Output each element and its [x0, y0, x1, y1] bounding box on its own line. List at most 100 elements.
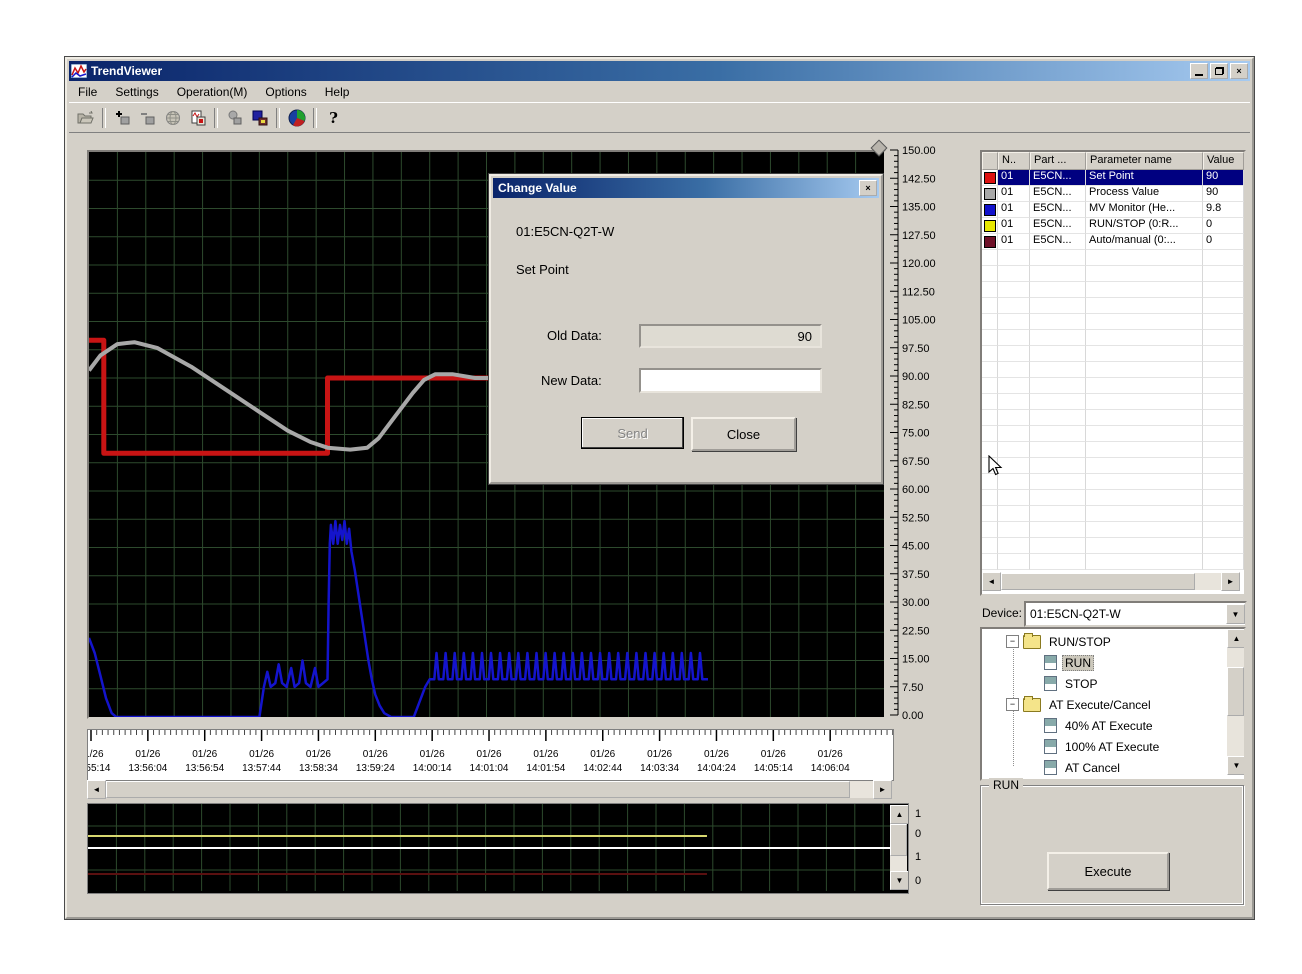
menu-operation[interactable]: Operation(M) — [168, 83, 257, 101]
table-empty-cell — [998, 298, 1030, 314]
scroll-up-icon[interactable]: ▲ — [890, 805, 909, 824]
table-row[interactable]: 01E5CN...Process Value90 — [982, 186, 1244, 202]
scrollbar-thumb[interactable] — [1001, 573, 1195, 590]
svg-text:13:56:54: 13:56:54 — [185, 763, 224, 774]
scroll-right-icon[interactable]: ► — [873, 780, 892, 799]
svg-text:67.50: 67.50 — [902, 456, 930, 468]
menu-file[interactable]: File — [69, 83, 106, 101]
toolbar-separator — [214, 108, 218, 128]
table-empty-row — [982, 506, 1244, 522]
parameter-table[interactable]: N..Part ...Parameter nameValue01E5CN...S… — [980, 150, 1246, 596]
table-row[interactable]: 01E5CN...RUN/STOP (0:R...0 — [982, 218, 1244, 234]
table-empty-cell — [1203, 490, 1244, 506]
tree-item-at-execute-cancel[interactable]: −AT Execute/Cancel — [982, 694, 1226, 715]
tree-item-run[interactable]: RUN — [982, 652, 1226, 673]
pen-marker-icon[interactable] — [222, 106, 247, 129]
scroll-down-icon[interactable]: ▼ — [1227, 756, 1246, 775]
tree-item-at-cancel[interactable]: AT Cancel — [982, 757, 1226, 778]
table-header-cell[interactable]: Parameter name — [1086, 152, 1203, 170]
pie-chart-icon[interactable] — [284, 106, 309, 129]
table-empty-cell — [1203, 522, 1244, 538]
table-h-scrollbar[interactable]: ◄ ► — [982, 573, 1240, 590]
table-row[interactable]: 01E5CN...Auto/manual (0:...0 — [982, 234, 1244, 250]
table-empty-cell — [1086, 522, 1203, 538]
tree-expander-icon[interactable]: − — [1006, 698, 1019, 711]
remove-pen-icon[interactable] — [135, 106, 160, 129]
tree-v-scrollbar[interactable]: ▲ ▼ — [1227, 629, 1244, 775]
run-group-title: RUN — [989, 778, 1023, 792]
add-pen-icon[interactable] — [110, 106, 135, 129]
svg-text:120.00: 120.00 — [902, 258, 936, 270]
table-empty-cell — [1203, 442, 1244, 458]
device-value: 01:E5CN-Q2T-W — [1026, 607, 1226, 621]
svg-text:150.00: 150.00 — [902, 145, 936, 157]
digital-axis-labels: 1010 — [915, 803, 935, 893]
table-cell: 01 — [998, 186, 1030, 202]
table-empty-row — [982, 266, 1244, 282]
time-axis-ruler: 01/2613:55:1401/2613:56:0401/2613:56:540… — [87, 729, 894, 781]
execute-button[interactable]: Execute — [1047, 852, 1169, 890]
dialog-title-bar[interactable]: Change Value × — [493, 178, 879, 198]
digital-v-scrollbar[interactable]: ▲ ▼ — [890, 805, 907, 890]
scrollbar-thumb[interactable] — [106, 781, 850, 798]
scrollbar-thumb[interactable] — [1227, 667, 1244, 716]
series-color-swatch — [984, 236, 996, 248]
digital-chart[interactable]: ▲ ▼ — [87, 803, 909, 894]
tree-item-stop[interactable]: STOP — [982, 673, 1226, 694]
new-data-input[interactable] — [639, 368, 822, 393]
menu-options[interactable]: Options — [256, 83, 315, 101]
pen-select-icon[interactable] — [247, 106, 272, 129]
table-empty-cell — [1203, 298, 1244, 314]
scroll-right-icon[interactable]: ► — [1221, 572, 1240, 591]
svg-text:60.00: 60.00 — [902, 484, 930, 496]
table-header-cell[interactable]: Value — [1203, 152, 1244, 170]
svg-text:22.50: 22.50 — [902, 625, 930, 637]
open-file-icon[interactable] — [73, 106, 98, 129]
chart-h-scrollbar[interactable]: ◄ ► — [87, 781, 892, 798]
table-empty-cell — [1203, 538, 1244, 554]
folder-icon — [1023, 635, 1041, 649]
table-empty-cell — [1086, 538, 1203, 554]
svg-text:01/26: 01/26 — [88, 749, 104, 760]
table-empty-cell — [998, 346, 1030, 362]
scroll-left-icon[interactable]: ◄ — [982, 572, 1001, 591]
window-title: TrendViewer — [91, 64, 162, 78]
scrollbar-thumb[interactable] — [890, 824, 907, 856]
menu-settings[interactable]: Settings — [106, 83, 167, 101]
tree-item-100-at-execute[interactable]: 100% AT Execute — [982, 736, 1226, 757]
table-empty-cell — [982, 362, 998, 378]
chevron-down-icon[interactable]: ▼ — [1226, 604, 1245, 624]
title-bar[interactable]: TrendViewer × — [69, 61, 1250, 81]
menu-help[interactable]: Help — [316, 83, 359, 101]
series-color-cell — [982, 234, 998, 250]
scroll-up-icon[interactable]: ▲ — [1227, 629, 1246, 648]
table-row[interactable]: 01E5CN...Set Point90 — [982, 170, 1244, 186]
tree-item-40-at-execute[interactable]: 40% AT Execute — [982, 715, 1226, 736]
tree-expander-icon[interactable]: − — [1006, 635, 1019, 648]
tree-item-run-stop[interactable]: −RUN/STOP — [982, 631, 1226, 652]
device-combobox[interactable]: 01:E5CN-Q2T-W ▼ — [1024, 601, 1247, 627]
table-empty-cell — [1030, 266, 1086, 282]
scroll-down-icon[interactable]: ▼ — [890, 871, 909, 890]
table-header-cell[interactable]: N.. — [998, 152, 1030, 170]
send-button[interactable]: Send — [581, 417, 684, 449]
table-header-cell[interactable] — [982, 152, 998, 170]
restore-button[interactable] — [1210, 63, 1228, 79]
table-row[interactable]: 01E5CN...MV Monitor (He...9.8 — [982, 202, 1244, 218]
svg-text:0.00: 0.00 — [902, 710, 923, 722]
scroll-left-icon[interactable]: ◄ — [87, 780, 106, 799]
globe-icon[interactable] — [160, 106, 185, 129]
dialog-close-action-button[interactable]: Close — [691, 417, 796, 451]
table-empty-row — [982, 426, 1244, 442]
help-icon[interactable]: ? — [321, 106, 346, 129]
table-header-cell[interactable]: Part ... — [1030, 152, 1086, 170]
minimize-button[interactable] — [1190, 63, 1208, 79]
table-empty-cell — [1030, 394, 1086, 410]
table-empty-cell — [1086, 282, 1203, 298]
svg-text:01/26: 01/26 — [192, 749, 217, 760]
table-empty-cell — [1030, 378, 1086, 394]
copy-data-icon[interactable] — [185, 106, 210, 129]
dialog-close-button[interactable]: × — [859, 180, 877, 196]
close-button[interactable]: × — [1230, 63, 1248, 79]
toolbar-separator — [313, 108, 317, 128]
